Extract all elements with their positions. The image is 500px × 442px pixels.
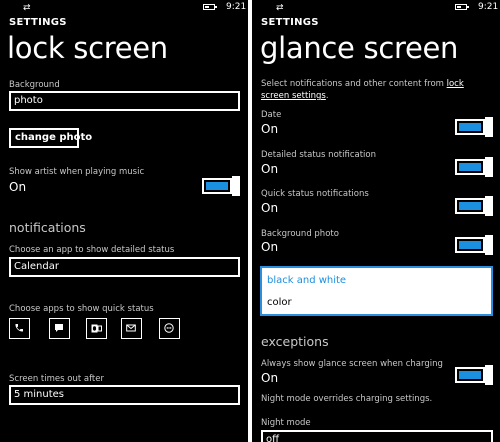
quick-status-notifications-label: Quick status notifications — [261, 189, 369, 199]
show-artist-label: Show artist when playing music — [9, 167, 145, 177]
detailed-status-notification-toggle[interactable] — [455, 157, 493, 177]
change-photo-button[interactable]: change photo — [9, 128, 92, 148]
status-time: 9:21 — [226, 2, 247, 12]
page-title: glance screen — [260, 31, 459, 65]
date-state: On — [261, 122, 279, 136]
background-label: Background — [9, 80, 60, 90]
exceptions-heading: exceptions — [261, 334, 329, 349]
page-title: lock screen — [7, 31, 168, 65]
quick-status-outlook-icon[interactable] — [86, 318, 107, 339]
background-photo-toggle[interactable] — [455, 235, 493, 255]
charging-toggle[interactable] — [455, 365, 493, 385]
timeout-field[interactable]: 5 minutes — [9, 385, 240, 405]
night-mode-field[interactable]: off — [261, 430, 493, 442]
battery-icon — [203, 4, 217, 10]
glance-screen-settings-panel: ⇄ 9:21 SETTINGS glance screen Select not… — [252, 0, 500, 442]
photo-mode-picker[interactable]: black and white color — [260, 266, 493, 316]
detailed-status-notification-label: Detailed status notification — [261, 150, 376, 160]
detailed-status-label: Choose an app to show detailed status — [9, 245, 175, 255]
picker-option-color[interactable]: color — [267, 297, 292, 308]
quick-status-phone-icon[interactable] — [9, 318, 30, 339]
battery-icon — [455, 4, 469, 10]
settings-header: SETTINGS — [261, 17, 319, 28]
detailed-status-field[interactable]: Calendar — [9, 257, 240, 277]
background-field[interactable]: photo — [9, 91, 240, 111]
settings-header: SETTINGS — [9, 17, 67, 28]
quick-status-notifications-toggle[interactable] — [455, 196, 493, 216]
glance-description: Select notifications and other content f… — [261, 79, 464, 101]
background-photo-state: On — [261, 240, 279, 254]
picker-option-black-and-white[interactable]: black and white — [267, 275, 346, 286]
detailed-status-notification-state: On — [261, 162, 279, 176]
quick-status-notifications-state: On — [261, 201, 279, 215]
night-mode-note: Night mode overrides charging settings. — [261, 394, 433, 404]
date-toggle[interactable] — [455, 117, 493, 137]
status-time: 9:21 — [478, 2, 499, 12]
date-label: Date — [261, 110, 282, 120]
notifications-heading: notifications — [9, 220, 86, 235]
show-artist-toggle[interactable] — [202, 176, 240, 196]
quick-status-chat-icon[interactable] — [159, 318, 180, 339]
quick-status-message-icon[interactable] — [49, 318, 70, 339]
background-photo-label: Background photo — [261, 229, 339, 239]
wifi-icon: ⇄ — [23, 3, 31, 13]
charging-label: Always show glance screen when charging — [261, 359, 443, 369]
charging-state: On — [261, 371, 279, 385]
lock-screen-settings-panel: ⇄ 9:21 SETTINGS lock screen Background p… — [0, 0, 248, 442]
show-artist-state: On — [9, 180, 27, 194]
wifi-icon: ⇄ — [276, 3, 284, 13]
quick-status-label: Choose apps to show quick status — [9, 304, 154, 314]
night-mode-label: Night mode — [261, 418, 311, 428]
timeout-label: Screen times out after — [9, 374, 104, 384]
quick-status-mail-icon[interactable] — [121, 318, 142, 339]
